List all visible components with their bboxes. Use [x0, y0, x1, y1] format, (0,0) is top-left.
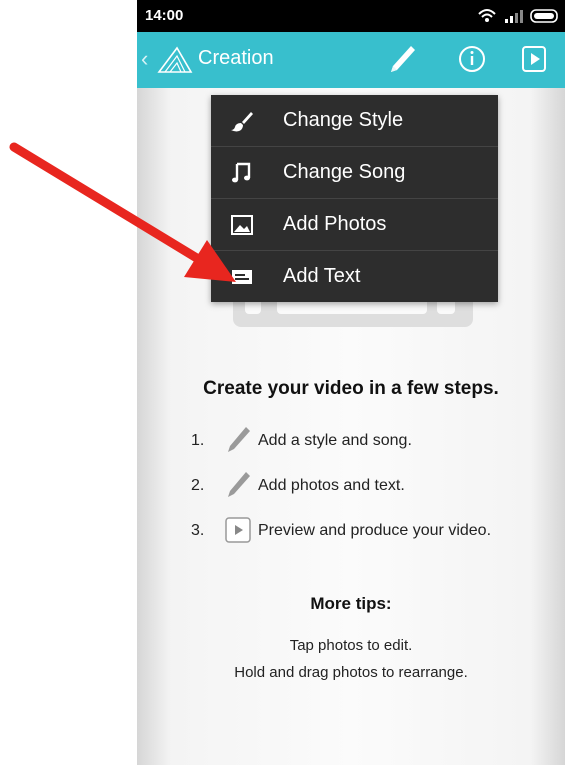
menu-item-add-text[interactable]: Add Text [211, 251, 498, 302]
pencil-icon [228, 472, 250, 497]
menu-item-label: Add Text [283, 265, 361, 287]
info-icon [459, 46, 485, 72]
app-bar: ‹ Creation [137, 32, 565, 88]
logo-icon[interactable] [155, 44, 195, 79]
filmstrip-placeholder [233, 302, 473, 327]
menu-item-change-song[interactable]: Change Song [211, 147, 498, 199]
edit-button[interactable] [381, 42, 421, 78]
phone-screen: 14:00 ‹ Creation Change Style Change Son… [137, 0, 565, 765]
menu-item-add-photos[interactable]: Add Photos [211, 199, 498, 251]
pencil-icon [228, 427, 250, 452]
step-text: Preview and produce your video. [258, 522, 492, 539]
status-bar: 14:00 [137, 0, 565, 32]
play-icon [225, 517, 251, 543]
music-note-icon [232, 162, 251, 183]
signal-icon [505, 10, 523, 23]
status-icons [473, 6, 561, 26]
step-text: Add a style and song. [258, 432, 412, 449]
menu-item-label: Change Song [283, 161, 406, 183]
step-number: 1. [191, 432, 205, 449]
image-icon [231, 215, 253, 235]
back-icon[interactable]: ‹ [141, 46, 148, 72]
tip-line: Tap photos to edit. [289, 637, 413, 654]
brush-icon [231, 112, 253, 132]
tip-line: Hold and drag photos to rearrange. [234, 664, 468, 681]
menu-item-label: Add Photos [283, 213, 387, 235]
creation-menu: Change Style Change Song Add Photos Add … [211, 95, 498, 302]
tips-title: More tips: [310, 594, 392, 613]
text-card-icon [232, 270, 252, 284]
step-number: 2. [191, 477, 205, 494]
wifi-icon [478, 9, 496, 22]
menu-item-change-style[interactable]: Change Style [211, 95, 498, 147]
info-button[interactable] [452, 42, 492, 78]
status-time: 14:00 [145, 7, 184, 24]
app-title: Creation [198, 47, 274, 69]
play-icon [522, 46, 546, 72]
pencil-icon [391, 46, 415, 72]
menu-item-label: Change Style [283, 109, 404, 131]
step-number: 3. [191, 522, 205, 539]
step-text: Add photos and text. [258, 477, 405, 494]
preview-button[interactable] [514, 42, 554, 78]
battery-icon [530, 9, 558, 23]
instructions-heading: Create your video in a few steps. [203, 378, 499, 399]
